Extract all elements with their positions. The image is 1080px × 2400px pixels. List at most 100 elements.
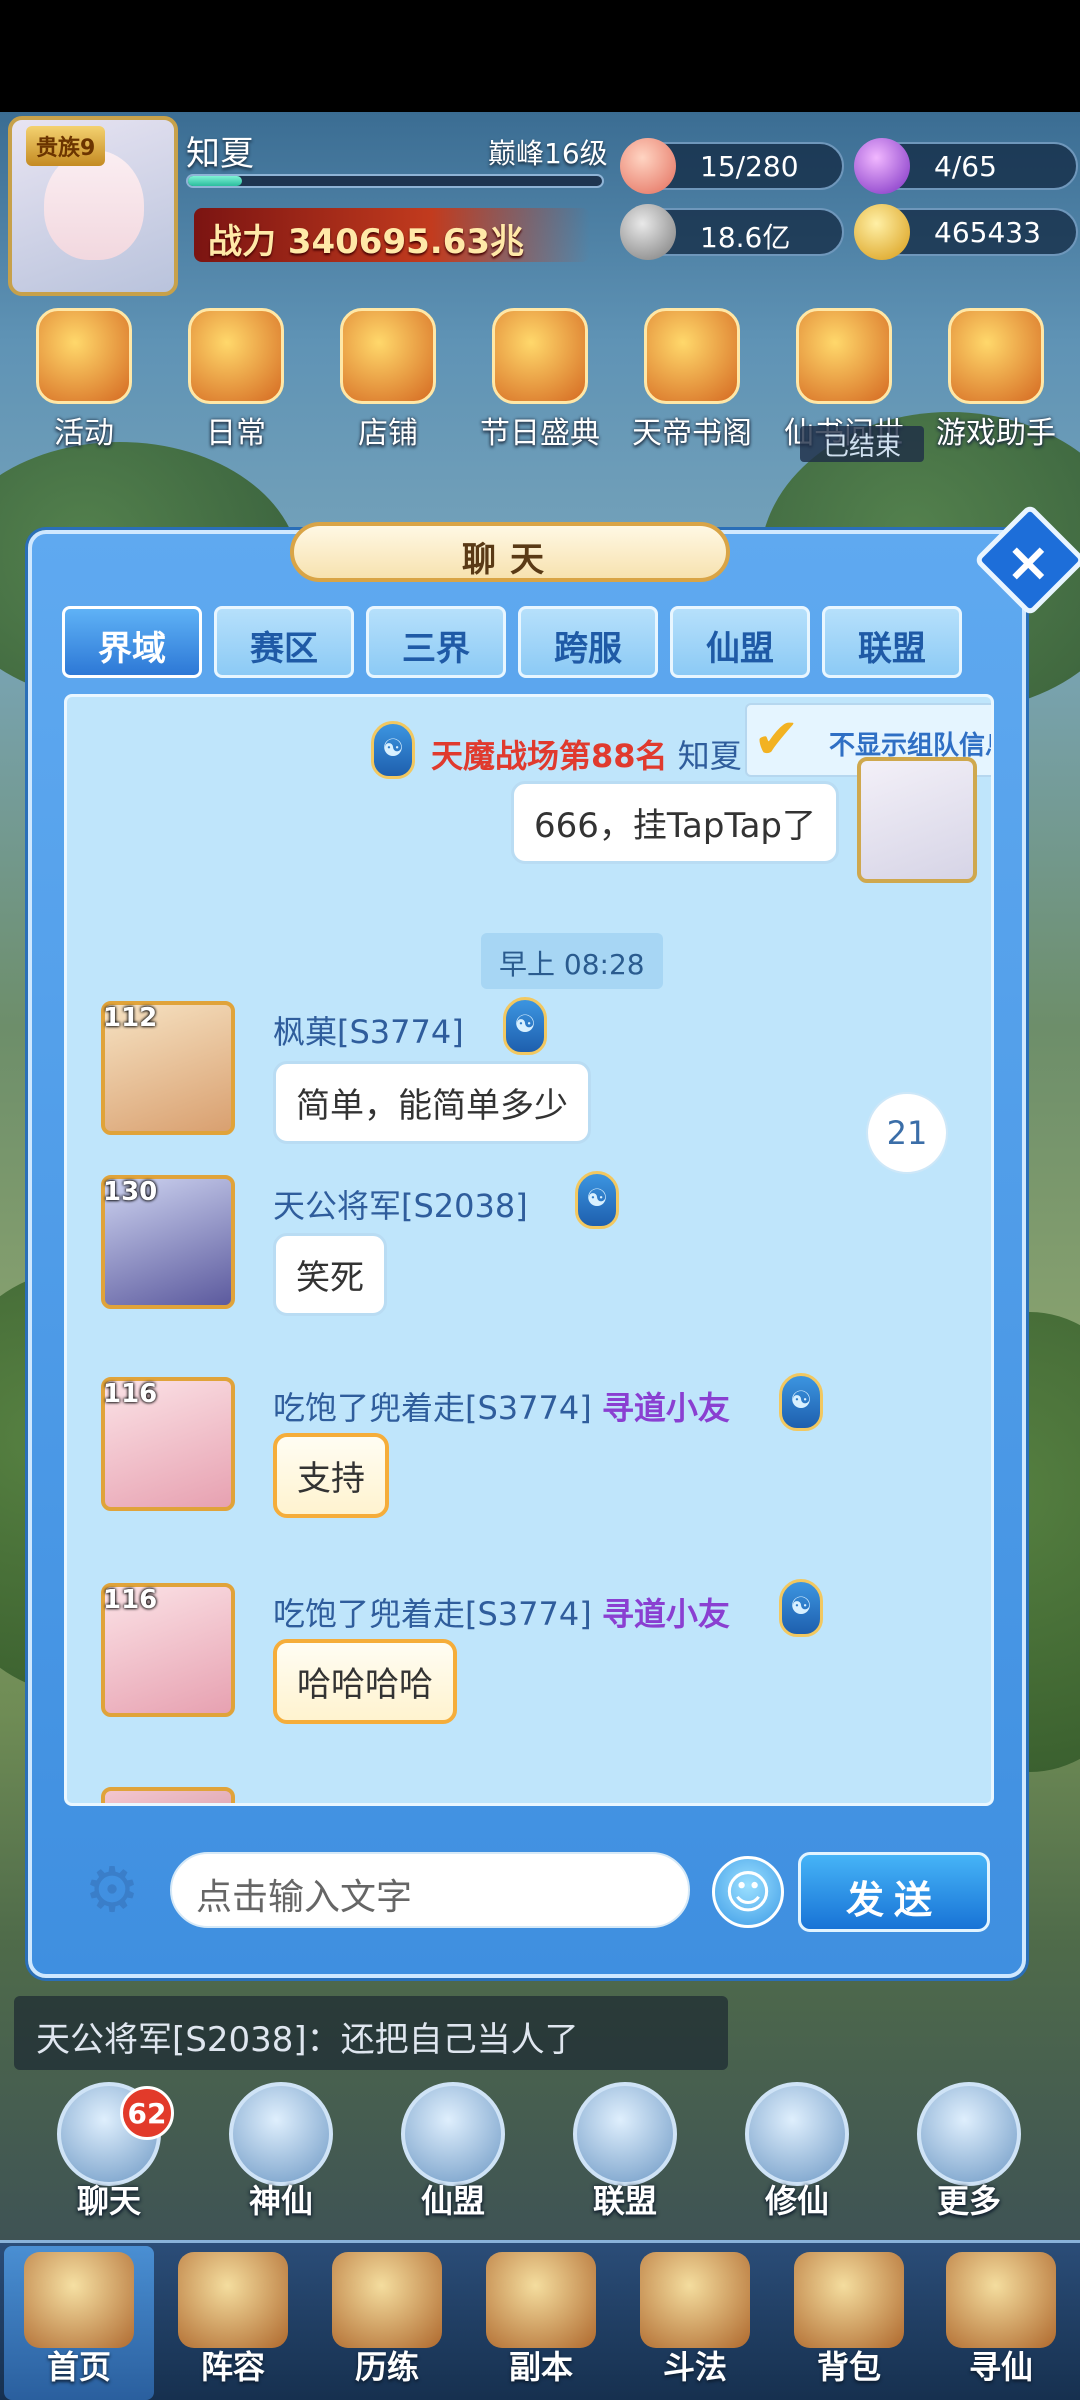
sender-name[interactable]: 枫菓[S3774]	[273, 1007, 464, 1053]
level-badge: 112	[103, 1003, 158, 1033]
level-badge: 130	[103, 1177, 158, 1207]
peach-icon	[620, 138, 676, 194]
resource-gold[interactable]: 465433	[854, 204, 1078, 260]
title-badge-icon	[779, 1579, 823, 1637]
fairy-book-icon	[796, 308, 892, 404]
event-ended-label: 已结束	[800, 426, 924, 462]
league-banner-icon	[573, 2082, 677, 2186]
tab-three-realms[interactable]: 三界	[366, 606, 506, 678]
chat-timestamp: 早上 08:28	[481, 933, 663, 989]
nav-label: 副本	[508, 2348, 573, 2386]
feature-label: 节日盛典	[480, 416, 600, 451]
self-avatar[interactable]	[857, 757, 977, 883]
gear-icon[interactable]: ⚙	[80, 1858, 144, 1922]
resource-value: 4/65	[934, 150, 997, 183]
duel-icon	[640, 2252, 750, 2348]
player-avatar[interactable]: 贵族9	[8, 116, 178, 296]
user-avatar[interactable]: 116	[101, 1583, 235, 1717]
level-badge: 116	[103, 1379, 158, 1409]
feature-festival[interactable]: 节日盛典	[470, 308, 610, 452]
nav-duel[interactable]: 斗法	[620, 2246, 770, 2400]
shortcut-more[interactable]: 更多	[894, 2082, 1044, 2222]
crane-icon	[745, 2082, 849, 2186]
sender-title: 寻道小友	[601, 1389, 730, 1427]
chat-message-list[interactable]: 天魔战场第88名 知夏 ✔ 不显示组队信息 666，挂TapTap了 早上 08…	[64, 694, 994, 1806]
self-name: 知夏	[677, 737, 742, 775]
chat-unread-badge: 62	[120, 2086, 174, 2140]
shortcut-label: 聊天	[76, 2182, 141, 2220]
more-flower-icon	[917, 2082, 1021, 2186]
shortcut-immortal[interactable]: 神仙	[206, 2082, 356, 2222]
gold-ingot-icon	[854, 204, 910, 260]
send-button[interactable]: 发送	[798, 1852, 990, 1932]
chat-title: 聊天	[290, 522, 730, 582]
nav-backpack[interactable]: 背包	[774, 2246, 924, 2400]
tab-guild[interactable]: 仙盟	[670, 606, 810, 678]
combat-power: 战力 340695.63兆	[194, 208, 590, 262]
noble-badge: 贵族9	[26, 126, 106, 166]
nav-seek-immortal[interactable]: 寻仙	[926, 2246, 1076, 2400]
feature-game-helper[interactable]: 游戏助手	[926, 308, 1066, 452]
nav-training[interactable]: 历练	[312, 2246, 462, 2400]
feature-label: 店铺	[358, 416, 418, 451]
nav-lineup[interactable]: 阵容	[158, 2246, 308, 2400]
nav-label: 寻仙	[968, 2348, 1033, 2386]
unread-count-button[interactable]: 21	[866, 1092, 948, 1174]
coin-icon	[620, 204, 676, 260]
shortcut-alliance[interactable]: 联盟	[550, 2082, 700, 2222]
nav-label: 背包	[816, 2348, 881, 2386]
nav-dungeon[interactable]: 副本	[466, 2246, 616, 2400]
avatar-face	[44, 150, 144, 260]
resource-value: 465433	[934, 216, 1041, 249]
book-icon	[644, 308, 740, 404]
feature-label: 日常	[206, 416, 266, 451]
feature-library[interactable]: 天帝书阁	[622, 308, 762, 452]
sender-name[interactable]: 天公将军[S2038]	[273, 1181, 528, 1227]
chat-text-input[interactable]: 点击输入文字	[170, 1852, 690, 1928]
feature-shop[interactable]: 店铺	[318, 308, 458, 452]
tab-realm[interactable]: 界域	[62, 606, 202, 678]
self-title: 天魔战场第88名	[431, 737, 668, 775]
title-badge-icon	[371, 721, 415, 779]
feature-label: 游戏助手	[936, 416, 1056, 451]
resource-spirit-flame[interactable]: 4/65	[854, 138, 1078, 194]
message-bubble: 简单，能简单多少	[273, 1061, 591, 1144]
emoji-icon[interactable]: ☺	[712, 1856, 784, 1928]
dungeon-gate-icon	[486, 2252, 596, 2348]
tab-zone[interactable]: 赛区	[214, 606, 354, 678]
user-avatar[interactable]	[101, 1787, 235, 1803]
chat-channel-tabs: 界域 赛区 三界 跨服 仙盟 联盟	[62, 606, 992, 688]
user-avatar[interactable]: 130	[101, 1175, 235, 1309]
title-badge-icon	[575, 1171, 619, 1229]
feature-label: 天帝书阁	[632, 416, 752, 451]
user-avatar[interactable]: 112	[101, 1001, 235, 1135]
shortcut-label: 联盟	[592, 2182, 657, 2220]
feature-daily[interactable]: 日常	[166, 308, 306, 452]
tab-cross-server[interactable]: 跨服	[518, 606, 658, 678]
sender-name[interactable]: 吃饱了兜着走[S3774]	[273, 1389, 592, 1427]
user-avatar[interactable]: 116	[101, 1377, 235, 1511]
shortcut-guild[interactable]: 仙盟	[378, 2082, 528, 2222]
nav-home[interactable]: 首页	[4, 2246, 154, 2400]
shortcut-cultivate[interactable]: 修仙	[722, 2082, 872, 2222]
message-bubble: 支持	[273, 1433, 389, 1518]
backpack-icon	[794, 2252, 904, 2348]
nav-label: 阵容	[200, 2348, 265, 2386]
seek-immortal-icon	[946, 2252, 1056, 2348]
tab-alliance[interactable]: 联盟	[822, 606, 962, 678]
nav-label: 斗法	[662, 2348, 727, 2386]
feature-label: 活动	[54, 416, 114, 451]
sender-name[interactable]: 吃饱了兜着走[S3774]	[273, 1595, 592, 1633]
message-bubble: 哈哈哈哈	[273, 1639, 457, 1724]
chat-ticker[interactable]: 天公将军[S2038]：还把自己当人了	[14, 1996, 728, 2070]
feature-activity[interactable]: 活动	[14, 308, 154, 452]
self-message-header: 天魔战场第88名 知夏	[431, 731, 742, 777]
resource-coin[interactable]: 18.6亿	[620, 204, 844, 260]
resource-peach[interactable]: 15/280	[620, 138, 844, 194]
spirit-flame-icon	[854, 138, 910, 194]
level-badge: 116	[103, 1585, 158, 1615]
resource-value: 15/280	[700, 150, 799, 183]
title-badge-icon	[503, 997, 547, 1055]
chat-panel: 天魔战场第88名 知夏 ✔ 不显示组队信息 666，挂TapTap了 早上 08…	[28, 530, 1026, 1978]
nav-label: 首页	[46, 2348, 111, 2386]
